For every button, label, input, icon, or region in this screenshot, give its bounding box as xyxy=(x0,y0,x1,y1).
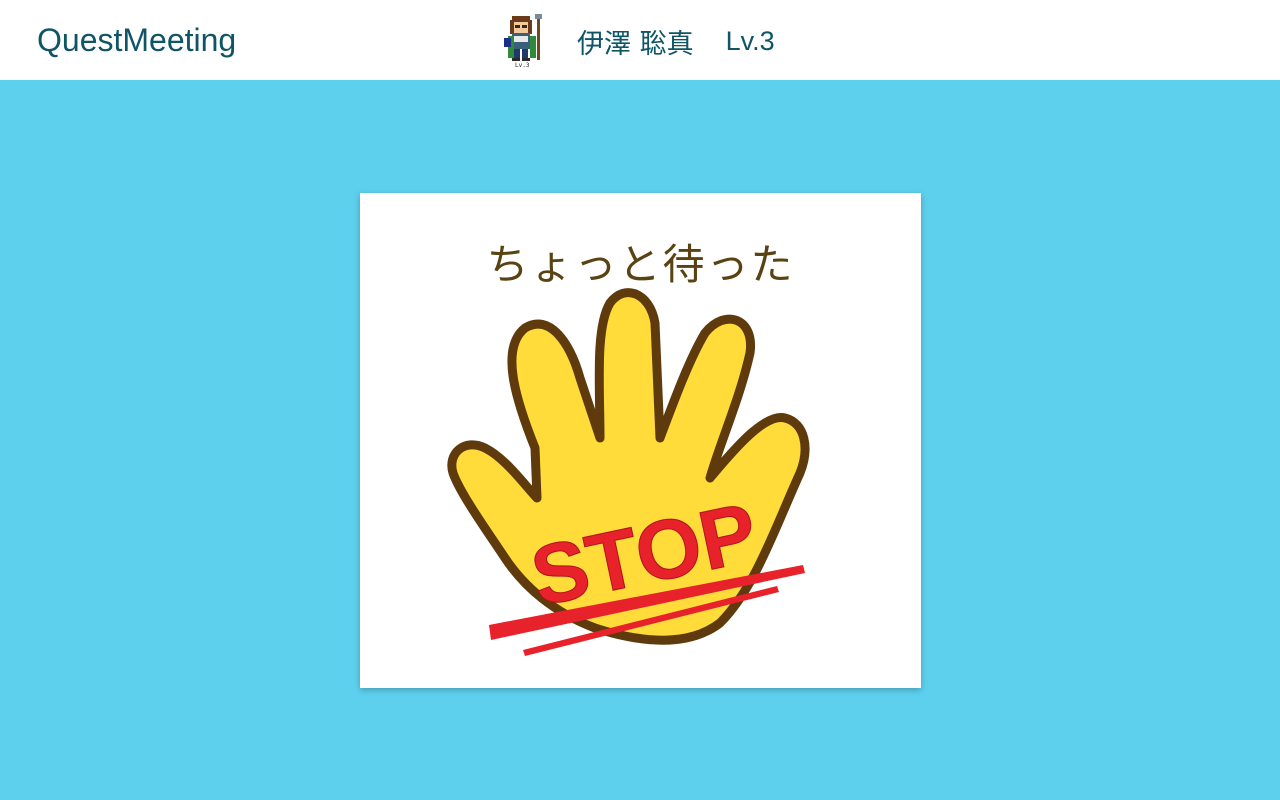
user-info[interactable]: Lv.3 伊澤 聡真 Lv.3 xyxy=(500,12,775,70)
stop-hand-icon: STOP xyxy=(447,288,810,656)
avatar[interactable]: Lv.3 xyxy=(500,12,548,70)
brand-logo-link[interactable]: QuestMeeting xyxy=(37,22,236,59)
top-bar: QuestMeeting Lv.3 伊澤 聡真 Lv.3 xyxy=(0,0,1280,80)
card-title: ちょっと待った xyxy=(486,240,795,289)
user-level: Lv.3 xyxy=(725,25,775,56)
user-name[interactable]: 伊澤 聡真 xyxy=(577,22,694,61)
avatar-level-label: Lv.3 xyxy=(515,62,530,69)
stop-card: ちょっと待った STOP xyxy=(360,193,921,688)
